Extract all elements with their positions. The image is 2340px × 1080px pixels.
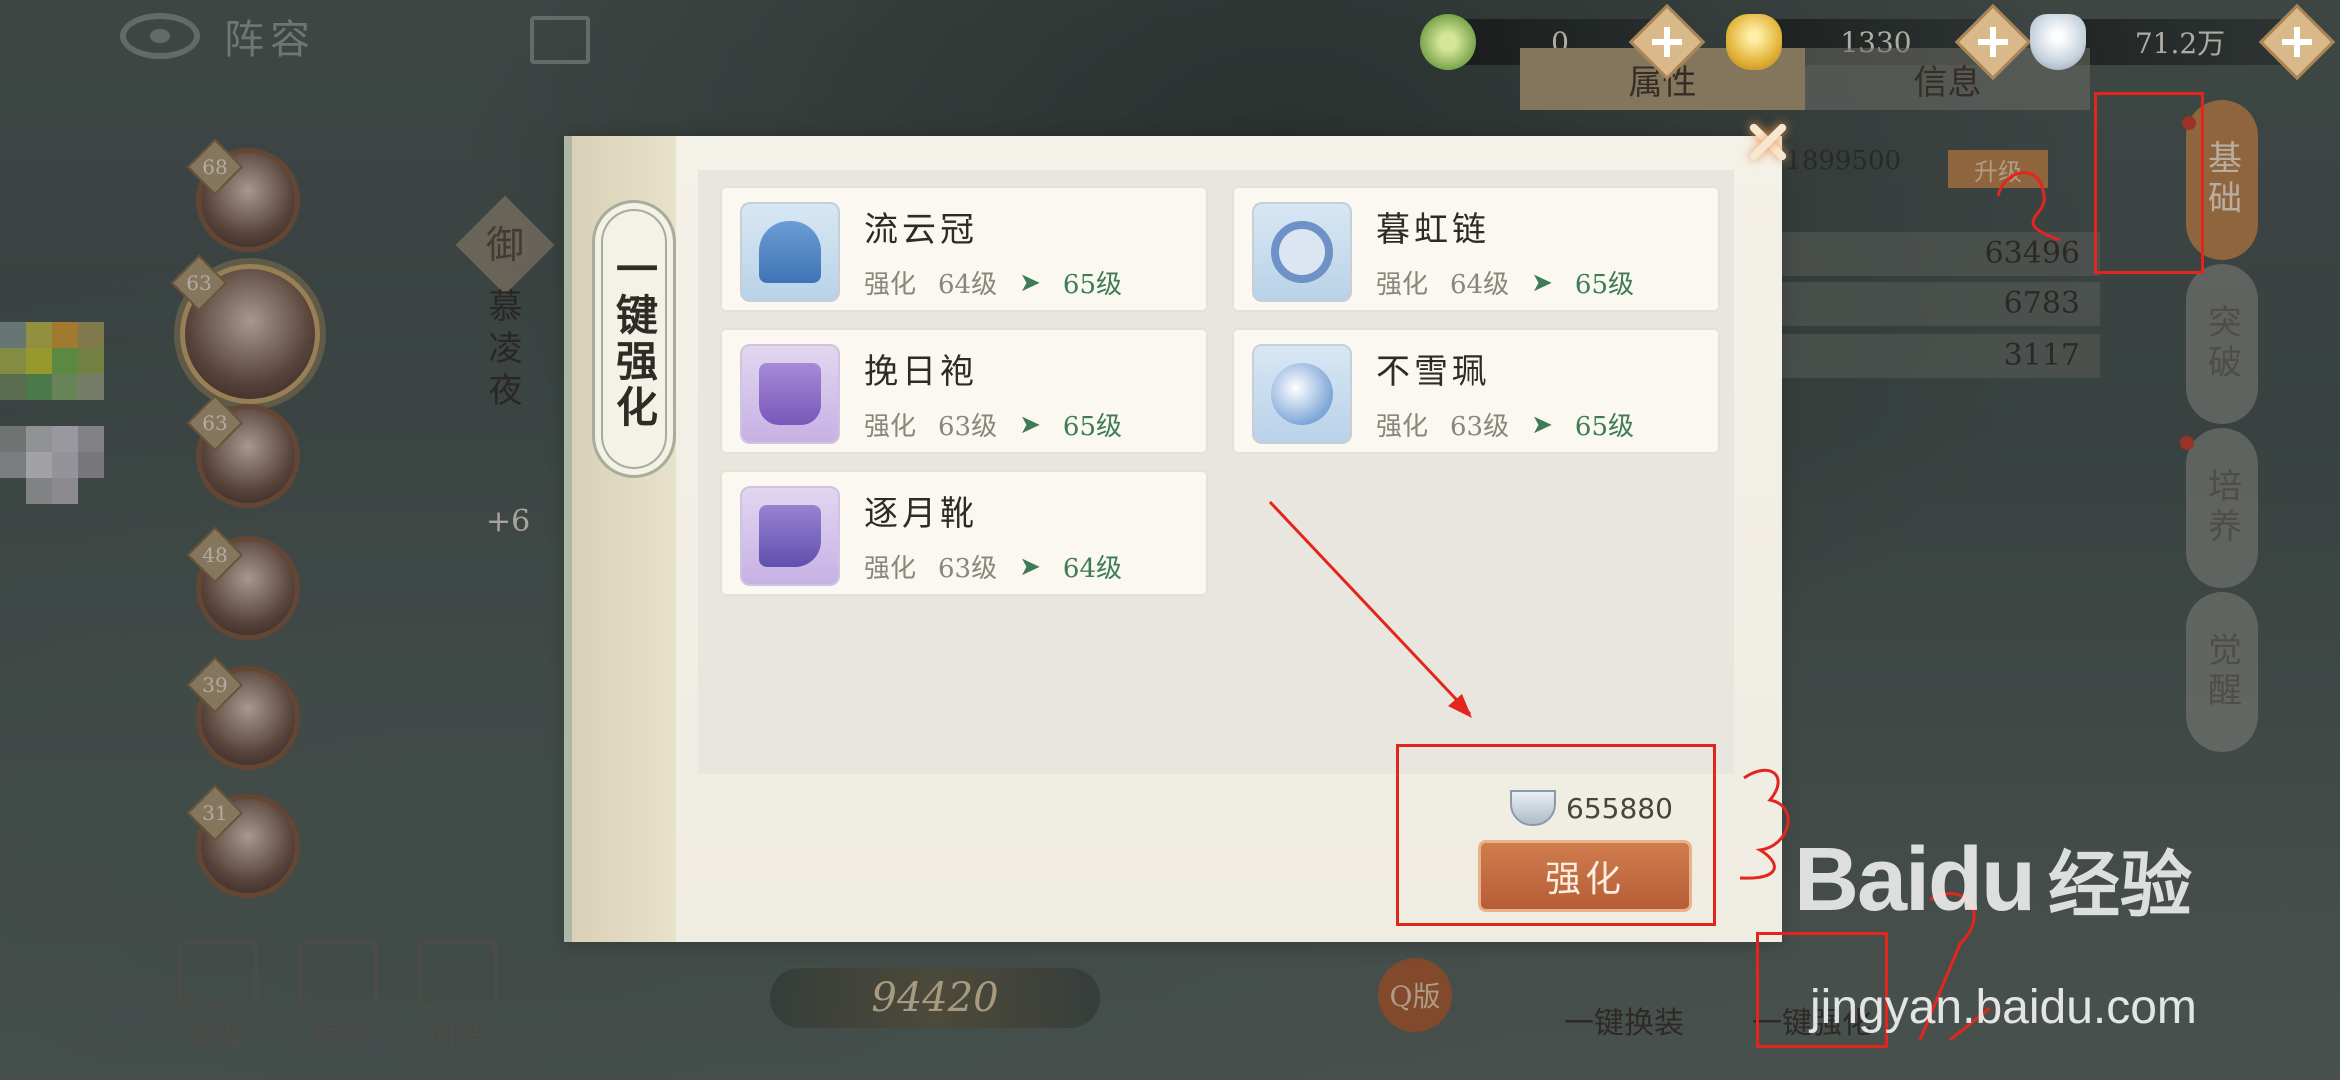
gold-ingot-icon: [1726, 14, 1782, 70]
watermark-url: jingyan.baidu.com: [1810, 981, 2197, 1034]
baidu-watermark: Baidu 经验: [1794, 826, 2192, 932]
annotation-number-1: [1996, 171, 2061, 242]
annotation-arrow-head: [1448, 694, 1472, 718]
jade-icon: [1420, 14, 1476, 70]
annotation-number-3: [1739, 768, 1790, 880]
silver-ingot-icon: [2030, 14, 2086, 70]
watermark-logo: Baidu: [1794, 830, 2036, 930]
watermark-cn: 经验: [2048, 843, 2193, 927]
annotation-arrow-line: [1268, 500, 1472, 716]
